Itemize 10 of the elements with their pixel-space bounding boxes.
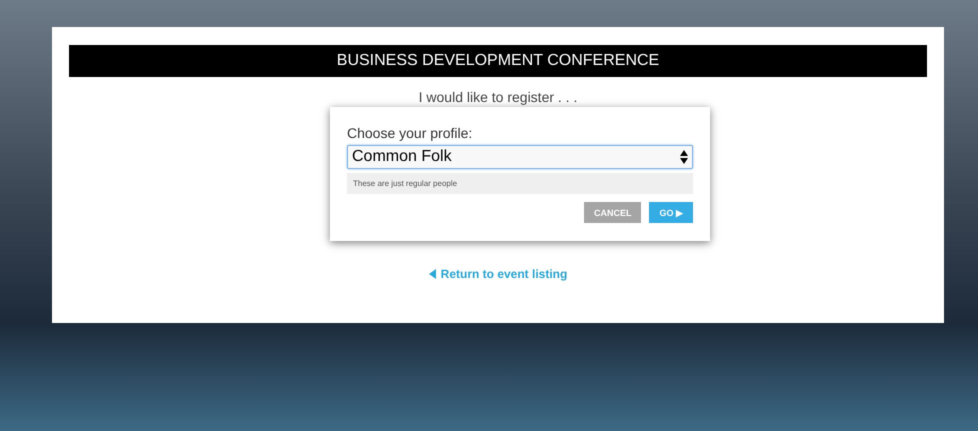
- conference-title: BUSINESS DEVELOPMENT CONFERENCE: [69, 45, 927, 77]
- cancel-button[interactable]: CANCEL: [584, 202, 642, 223]
- go-button[interactable]: GO ▶: [649, 202, 693, 223]
- left-triangle-icon: [428, 269, 436, 279]
- profile-label: Choose your profile:: [347, 125, 474, 141]
- updown-arrows-icon: [680, 150, 688, 164]
- profile-select[interactable]: Common Folk: [347, 145, 693, 168]
- register-prompt: I would like to register . . .: [418, 89, 578, 105]
- profile-description: These are just regular people: [347, 172, 693, 194]
- return-link[interactable]: Return to event listing: [428, 267, 568, 281]
